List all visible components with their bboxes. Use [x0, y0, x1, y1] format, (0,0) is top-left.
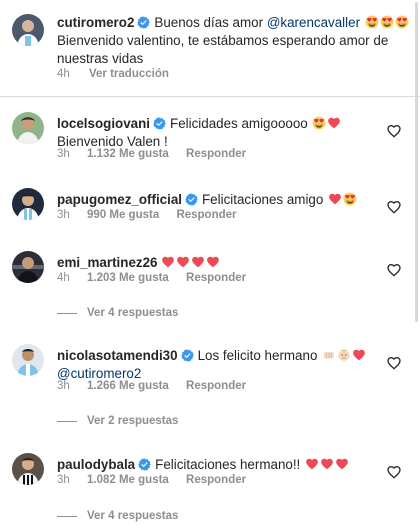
comment-item: locelsogiovani Felicidades amigooooo Bien…	[0, 112, 420, 172]
view-replies-label: Ver 4 respuestas	[87, 307, 179, 319]
reply-button[interactable]: Responder	[176, 209, 236, 221]
reply-button[interactable]: Responder	[186, 380, 246, 392]
replies-divider-line	[57, 420, 77, 422]
post-caption: cutiromero2 Buenos días amor @karencavall…	[0, 0, 420, 95]
view-replies-button[interactable]: Ver 2 respuestas	[57, 415, 178, 427]
red-heart-emoji-icon	[328, 192, 342, 206]
like-heart-icon[interactable]	[386, 464, 402, 480]
view-replies-label: Ver 4 respuestas	[87, 510, 179, 522]
likes-count[interactable]: 1.203 Me gusta	[87, 272, 169, 284]
comment-item: nicolasotamendi30 Los felicito hermano @c…	[0, 344, 420, 430]
comment-meta: 3h 1.082 Me gusta Responder	[57, 474, 260, 486]
mention-link[interactable]: @karencavaller	[267, 15, 360, 30]
red-heart-emoji-icon	[320, 457, 334, 471]
comment-meta: 3h 1.132 Me gusta Responder	[57, 148, 260, 160]
comment-item: papugomez_official Felicitaciones amigo 3…	[0, 188, 420, 228]
view-replies-button[interactable]: Ver 4 respuestas	[57, 510, 178, 522]
likes-count[interactable]: 1.266 Me gusta	[87, 380, 169, 392]
replies-divider-line	[57, 515, 77, 517]
comment-username[interactable]: papugomez_official	[57, 192, 182, 207]
comment-message: Felicitaciones amigo	[202, 192, 324, 207]
avatar[interactable]	[12, 453, 44, 485]
likes-count[interactable]: 1.132 Me gusta	[87, 148, 169, 160]
comment-message: Felicitaciones hermano!!	[155, 457, 301, 472]
translate-button[interactable]: Ver traducción	[89, 68, 169, 80]
likes-count[interactable]: 990 Me gusta	[87, 209, 159, 221]
red-heart-emoji-icon	[327, 116, 341, 130]
verified-badge-icon	[137, 16, 150, 29]
verified-badge-icon	[153, 117, 166, 130]
comment-message: Felicidades amigooooo	[170, 116, 308, 131]
timestamp: 3h	[57, 474, 70, 486]
view-replies-label: Ver 2 respuestas	[87, 415, 179, 427]
comment-text: emi_martinez26	[57, 254, 377, 272]
heart-eyes-emoji-icon	[343, 192, 357, 206]
like-heart-icon[interactable]	[386, 262, 402, 278]
timestamp: 4h	[57, 68, 70, 80]
comment-item: emi_martinez26 4h 1.203 Me gusta Respond…	[0, 251, 420, 321]
comment-meta: 4h 1.203 Me gusta Responder	[57, 272, 260, 284]
red-heart-emoji-icon	[335, 457, 349, 471]
baby-emoji-icon	[337, 348, 351, 362]
heart-eyes-emoji-icon	[312, 116, 326, 130]
caption-meta: 4h Ver traducción	[57, 68, 169, 80]
red-heart-emoji-icon	[191, 255, 205, 269]
verified-badge-icon	[181, 349, 194, 362]
like-heart-icon[interactable]	[386, 355, 402, 371]
like-heart-icon[interactable]	[386, 199, 402, 215]
avatar[interactable]	[12, 112, 44, 144]
timestamp: 4h	[57, 272, 70, 284]
replies-divider-line	[57, 312, 77, 314]
reply-button[interactable]: Responder	[186, 148, 246, 160]
reply-button[interactable]: Responder	[186, 272, 246, 284]
reply-button[interactable]: Responder	[186, 474, 246, 486]
red-heart-emoji-icon	[352, 348, 366, 362]
divider	[0, 96, 420, 97]
likes-count[interactable]: 1.082 Me gusta	[87, 474, 169, 486]
fist-bump-emoji-icon	[322, 348, 336, 362]
verified-badge-icon	[138, 458, 151, 471]
avatar[interactable]	[12, 14, 44, 46]
timestamp: 3h	[57, 380, 70, 392]
comment-meta: 3h 990 Me gusta Responder	[57, 209, 251, 221]
caption-message-line2: Bienvenido valentino, te estábamos esper…	[57, 33, 389, 66]
red-heart-emoji-icon	[305, 457, 319, 471]
avatar[interactable]	[12, 251, 44, 283]
caption-text: cutiromero2 Buenos días amor @karencavall…	[57, 14, 412, 68]
comment-text: locelsogiovani Felicidades amigooooo Bien…	[57, 115, 377, 151]
view-replies-button[interactable]: Ver 4 respuestas	[57, 307, 178, 319]
comment-item: paulodybala Felicitaciones hermano!! 3h 1…	[0, 453, 420, 525]
heart-eyes-emoji-icon	[395, 15, 409, 29]
avatar[interactable]	[12, 188, 44, 220]
comment-username[interactable]: nicolasotamendi30	[57, 348, 178, 363]
comment-message: Los felicito hermano	[197, 348, 318, 363]
comment-username[interactable]: locelsogiovani	[57, 116, 150, 131]
avatar[interactable]	[12, 344, 44, 376]
comment-username[interactable]: paulodybala	[57, 457, 135, 472]
like-heart-icon[interactable]	[386, 123, 402, 139]
heart-eyes-emoji-icon	[365, 15, 379, 29]
heart-eyes-emoji-icon	[380, 15, 394, 29]
timestamp: 3h	[57, 209, 70, 221]
comment-text: paulodybala Felicitaciones hermano!!	[57, 456, 377, 474]
comment-meta: 3h 1.266 Me gusta Responder	[57, 380, 260, 392]
red-heart-emoji-icon	[176, 255, 190, 269]
caption-message: Buenos días amor	[154, 15, 264, 30]
comment-text: nicolasotamendi30 Los felicito hermano @c…	[57, 347, 377, 383]
comment-message-line2: Bienvenido Valen !	[57, 134, 168, 149]
red-heart-emoji-icon	[206, 255, 220, 269]
comment-text: papugomez_official Felicitaciones amigo	[57, 191, 377, 209]
timestamp: 3h	[57, 148, 70, 160]
mention-link[interactable]: @cutiromero2	[57, 366, 141, 381]
red-heart-emoji-icon	[161, 255, 175, 269]
verified-badge-icon	[185, 193, 198, 206]
caption-username[interactable]: cutiromero2	[57, 15, 134, 30]
comment-username[interactable]: emi_martinez26	[57, 255, 157, 270]
